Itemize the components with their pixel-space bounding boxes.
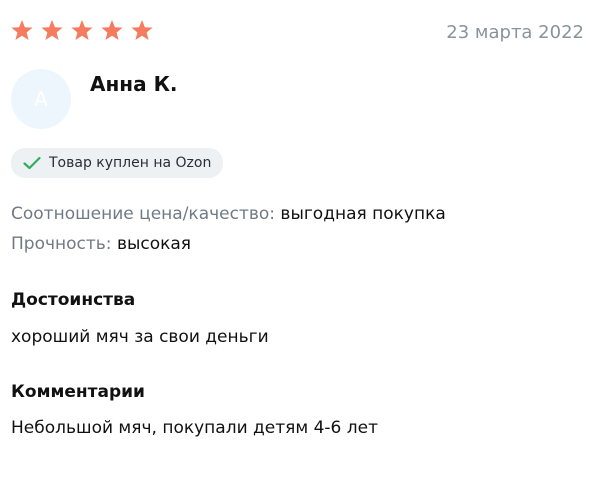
param-label: Соотношение цена/качество: [11, 204, 276, 224]
rating-stars [10, 19, 154, 42]
star-icon [130, 19, 154, 42]
review-card: 23 марта 2022 А Анна К. Товар куплен на … [0, 0, 596, 477]
star-icon [40, 19, 64, 42]
verified-purchase-badge: Товар куплен на Ozon [11, 148, 224, 178]
param-value: выгодная покупка [280, 204, 446, 224]
param-label: Прочность: [11, 234, 112, 254]
author-name[interactable]: Анна К. [90, 72, 178, 96]
badge-label: Товар куплен на Ozon [49, 155, 212, 171]
section-text-comments: Небольшой мяч, покупали детям 4-6 лет [11, 418, 378, 438]
avatar[interactable]: А [11, 69, 71, 129]
check-icon [23, 156, 41, 170]
param-value: высокая [116, 234, 192, 254]
section-title-pros: Достоинства [11, 290, 136, 310]
star-icon [70, 19, 94, 42]
star-icon [10, 19, 34, 42]
section-text-pros: хороший мяч за свои деньги [11, 327, 269, 347]
param-price-quality: Соотношение цена/качество: выгодная поку… [11, 204, 446, 224]
review-date: 23 марта 2022 [446, 22, 584, 43]
param-durability: Прочность: высокая [11, 234, 191, 254]
section-title-comments: Комментарии [11, 382, 145, 402]
star-icon [100, 19, 124, 42]
